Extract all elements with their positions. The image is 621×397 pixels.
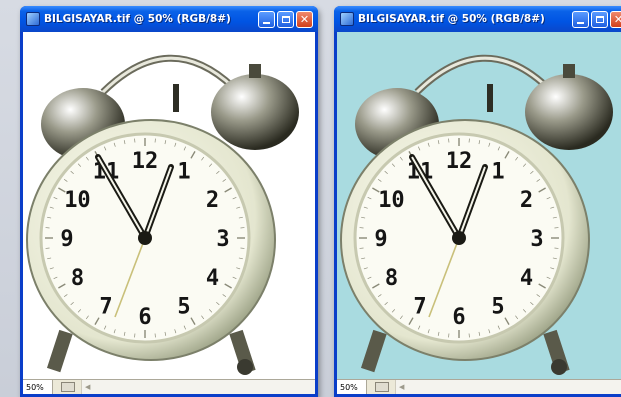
svg-text:7: 7 bbox=[413, 295, 426, 320]
image-canvas[interactable]: 121234567891011 bbox=[23, 32, 315, 380]
scroll-left-icon[interactable]: ◀ bbox=[399, 383, 404, 391]
svg-text:9: 9 bbox=[374, 227, 387, 252]
close-icon: ✕ bbox=[299, 12, 310, 26]
svg-text:3: 3 bbox=[530, 227, 543, 252]
svg-text:3: 3 bbox=[216, 227, 229, 252]
svg-text:10: 10 bbox=[378, 188, 405, 213]
alarm-clock-image: 121234567891011 bbox=[340, 54, 613, 375]
navigator-icon[interactable] bbox=[61, 382, 75, 392]
close-icon: ✕ bbox=[613, 12, 621, 26]
svg-text:12: 12 bbox=[132, 149, 159, 174]
svg-text:8: 8 bbox=[71, 266, 84, 291]
svg-text:10: 10 bbox=[64, 188, 91, 213]
svg-text:4: 4 bbox=[520, 266, 533, 291]
svg-text:6: 6 bbox=[138, 305, 151, 330]
maximize-icon bbox=[595, 15, 604, 23]
svg-text:4: 4 bbox=[206, 266, 219, 291]
window-title: BILGISAYAR.tif @ 50% (RGB/8#) bbox=[358, 13, 545, 25]
svg-text:9: 9 bbox=[60, 227, 73, 252]
svg-text:7: 7 bbox=[99, 295, 112, 320]
svg-text:2: 2 bbox=[520, 188, 533, 213]
svg-text:5: 5 bbox=[177, 295, 190, 320]
title-bar[interactable]: BILGISAYAR.tif @ 50% (RGB/8#) ✕ bbox=[20, 6, 318, 32]
minimize-button[interactable] bbox=[572, 10, 589, 28]
close-button[interactable]: ✕ bbox=[296, 10, 313, 28]
minimize-button[interactable] bbox=[258, 10, 275, 28]
document-window-left: BILGISAYAR.tif @ 50% (RGB/8#) ✕ 12 1 2 3 4 5 6… bbox=[20, 6, 318, 397]
alarm-clock-image: 121234567891011 bbox=[26, 54, 299, 375]
maximize-icon bbox=[281, 15, 290, 23]
svg-text:8: 8 bbox=[385, 266, 398, 291]
horizontal-scrollbar[interactable]: ◀ bbox=[81, 380, 315, 394]
minimize-icon bbox=[577, 21, 584, 24]
minimize-icon bbox=[263, 21, 270, 24]
document-window-right: BILGISAYAR.tif @ 50% (RGB/8#) ✕ 12 1 2 3 4 5 6… bbox=[334, 6, 621, 397]
svg-text:6: 6 bbox=[452, 305, 465, 330]
horizontal-scrollbar[interactable]: ◀ bbox=[395, 380, 621, 394]
window-title: BILGISAYAR.tif @ 50% (RGB/8#) bbox=[44, 13, 231, 25]
photoshop-doc-icon bbox=[26, 12, 40, 26]
svg-text:12: 12 bbox=[446, 149, 473, 174]
scroll-left-icon[interactable]: ◀ bbox=[85, 383, 90, 391]
image-canvas[interactable]: 121234567891011 bbox=[337, 32, 621, 380]
svg-text:1: 1 bbox=[177, 159, 190, 184]
close-button[interactable]: ✕ bbox=[610, 10, 621, 28]
svg-text:2: 2 bbox=[206, 188, 219, 213]
zoom-field[interactable]: 50% bbox=[337, 380, 367, 394]
photoshop-doc-icon bbox=[340, 12, 354, 26]
svg-text:1: 1 bbox=[491, 159, 504, 184]
status-bar: 50% ◀ bbox=[23, 379, 315, 394]
navigator-icon[interactable] bbox=[375, 382, 389, 392]
status-bar: 50% ◀ bbox=[337, 379, 621, 394]
zoom-field[interactable]: 50% bbox=[23, 380, 53, 394]
maximize-button[interactable] bbox=[591, 10, 608, 28]
maximize-button[interactable] bbox=[277, 10, 294, 28]
title-bar[interactable]: BILGISAYAR.tif @ 50% (RGB/8#) ✕ bbox=[334, 6, 621, 32]
svg-text:5: 5 bbox=[491, 295, 504, 320]
